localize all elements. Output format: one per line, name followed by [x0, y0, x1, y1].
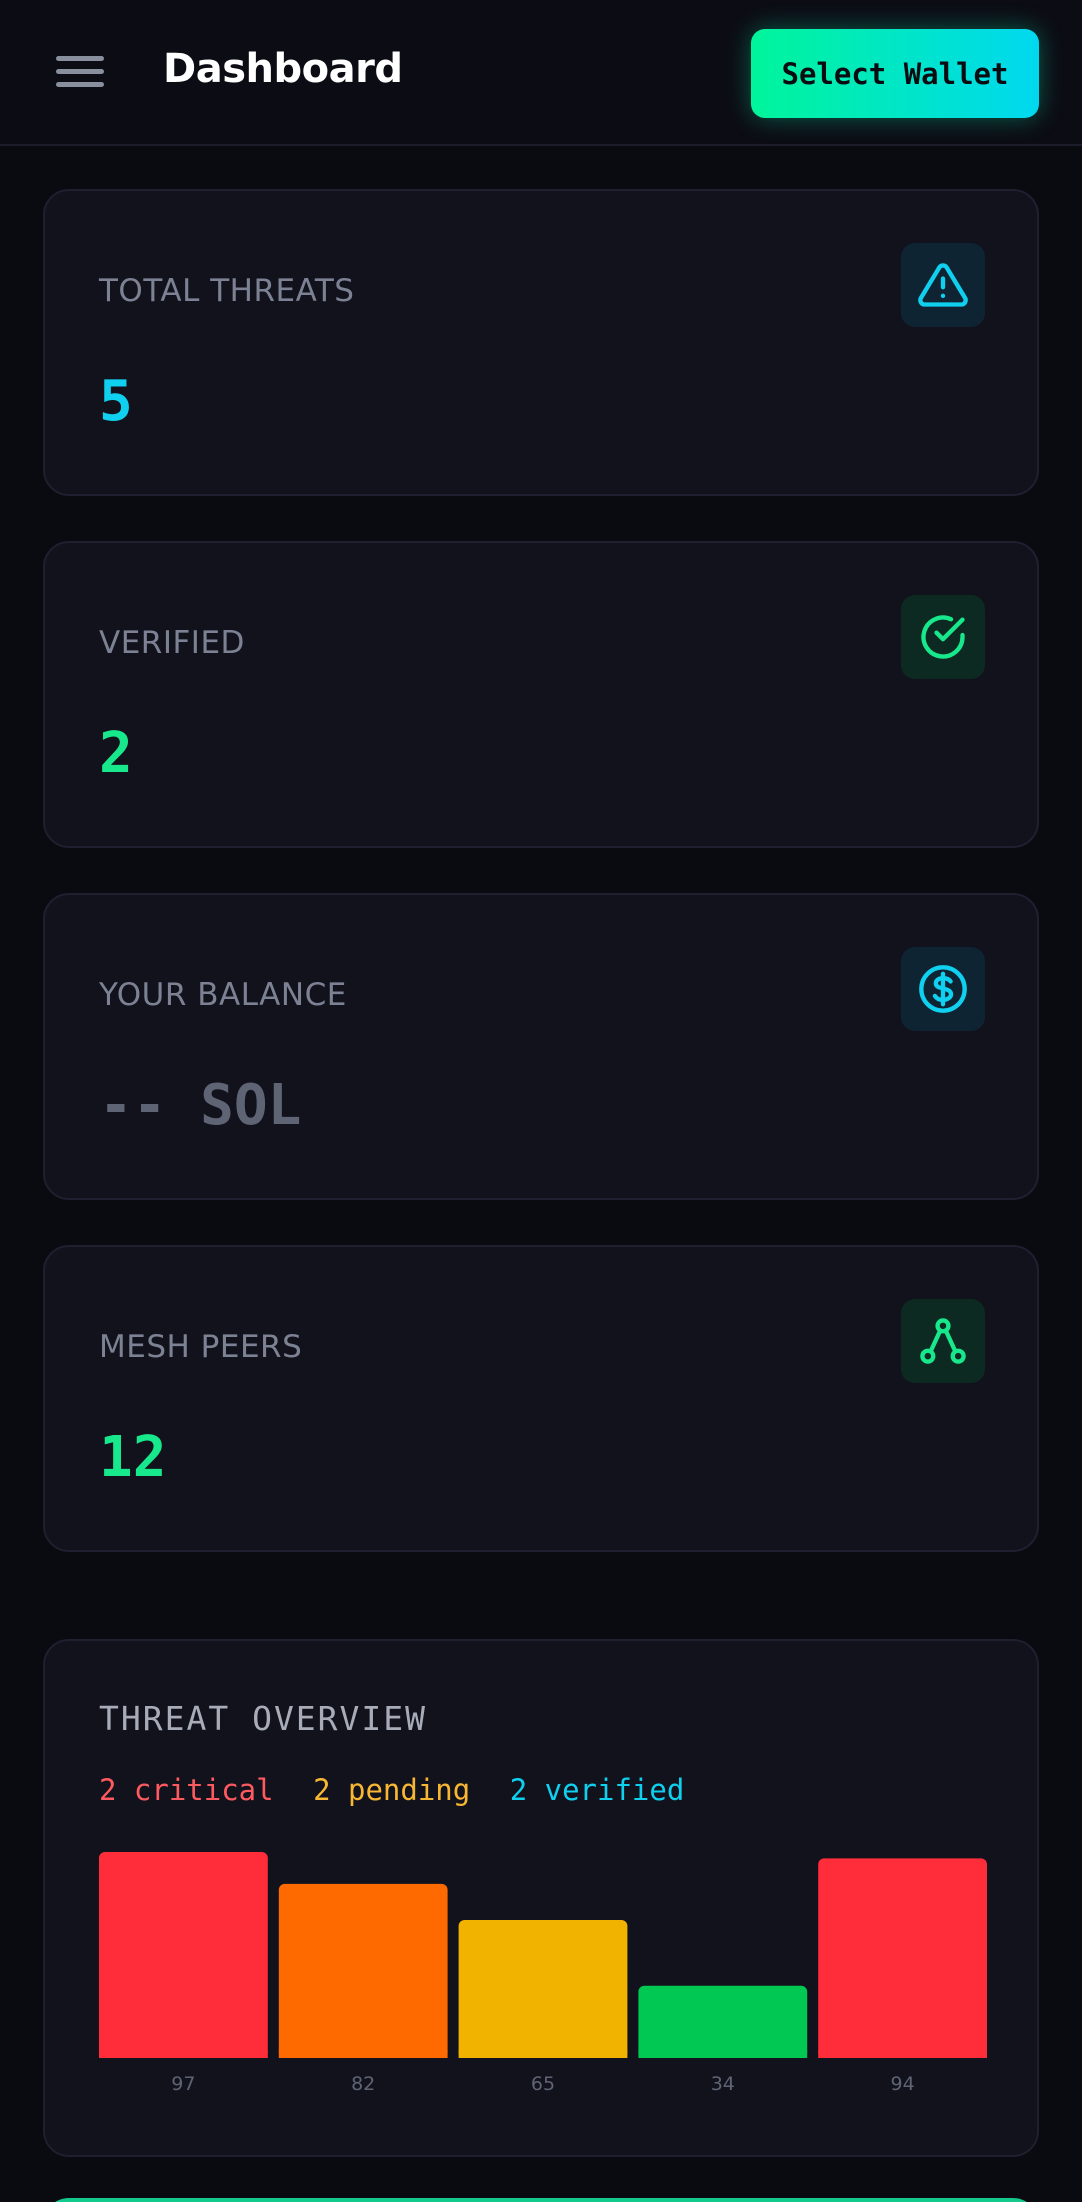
stat-card-mesh-peers: MESH PEERS 12 — [43, 1245, 1039, 1552]
chart-bar — [278, 1883, 448, 2058]
stat-label: TOTAL THREATS — [99, 273, 355, 309]
chart-bar — [99, 1852, 268, 2058]
stat-card-verified: VERIFIED 2 — [43, 541, 1039, 848]
stat-card-balance: YOUR BALANCE -- SOL — [43, 893, 1039, 1200]
chart-tick-label: 97 — [171, 2073, 195, 2095]
stat-value: 12 — [99, 1425, 167, 1490]
chart-bar-base — [458, 2050, 628, 2058]
alert-triangle-icon — [901, 243, 985, 327]
check-circle-icon — [901, 595, 985, 679]
select-wallet-button[interactable]: Select Wallet — [751, 29, 1039, 118]
menu-icon[interactable] — [52, 52, 108, 92]
dollar-circle-icon — [901, 947, 985, 1031]
chart-bar — [638, 1985, 808, 2058]
legend-critical: 2 critical — [99, 1773, 274, 1807]
legend-verified: 2 verified — [509, 1773, 685, 1807]
stat-value: 5 — [99, 369, 133, 434]
overview-title: THREAT OVERVIEW — [99, 1699, 428, 1738]
page-title: Dashboard — [163, 46, 403, 92]
stat-card-total-threats: TOTAL THREATS 5 — [43, 189, 1039, 496]
stat-value: -- SOL — [99, 1073, 302, 1138]
chart-bar-base — [818, 2050, 987, 2058]
threat-overview-card: THREAT OVERVIEW 2 critical 2 pending 2 v… — [43, 1639, 1039, 2157]
chart-bar-base — [278, 2050, 448, 2058]
chart-tick-label: 65 — [531, 2073, 555, 2095]
chart-bar — [458, 1919, 628, 2058]
network-icon — [901, 1299, 985, 1383]
chart-bar-base — [638, 2050, 808, 2058]
legend-pending: 2 pending — [313, 1773, 471, 1807]
stat-value: 2 — [99, 721, 133, 786]
chart-bar — [818, 1858, 987, 2058]
chart-bar-base — [99, 2050, 268, 2058]
stat-label: YOUR BALANCE — [99, 977, 347, 1013]
chart-tick-label: 82 — [351, 2073, 375, 2095]
next-card — [43, 2198, 1039, 2202]
threat-bar-chart: 97 82 65 34 94 — [99, 1852, 987, 2095]
chart-tick-label: 94 — [891, 2073, 915, 2095]
overview-legend: 2 critical 2 pending 2 verified — [99, 1773, 706, 1807]
stat-label: MESH PEERS — [99, 1329, 303, 1365]
stat-label: VERIFIED — [99, 625, 245, 661]
top-bar: Dashboard Select Wallet — [0, 0, 1082, 146]
chart-tick-label: 34 — [711, 2073, 735, 2095]
